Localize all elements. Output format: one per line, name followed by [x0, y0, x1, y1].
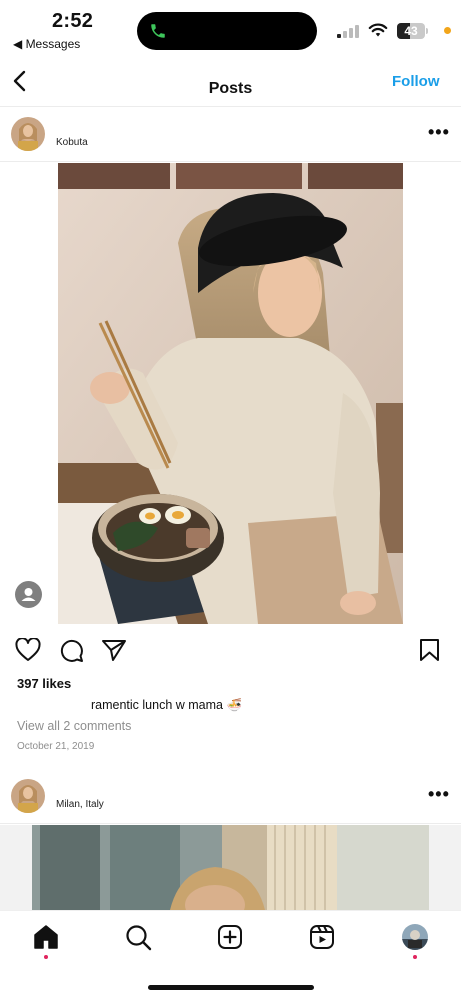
header-divider	[0, 106, 461, 107]
reels-icon[interactable]	[309, 924, 335, 950]
comment-icon[interactable]	[59, 638, 84, 663]
back-to-messages[interactable]: ◀ Messages	[13, 37, 80, 51]
phone-icon	[151, 24, 165, 38]
post-username[interactable]: Kobuta	[56, 137, 88, 148]
post-caption: ramentic lunch w mama 🍜	[91, 698, 243, 712]
post2-divider	[0, 823, 461, 824]
view-comments-link[interactable]: View all 2 comments	[17, 719, 131, 733]
post-author-avatar[interactable]	[11, 117, 45, 151]
post-photo[interactable]	[58, 163, 403, 624]
post2-location[interactable]: Milan, Italy	[56, 799, 104, 810]
post2-more-options-icon[interactable]: •••	[428, 784, 450, 805]
more-options-icon[interactable]: •••	[428, 122, 450, 143]
create-post-icon[interactable]	[217, 924, 243, 950]
home-indicator[interactable]	[148, 985, 314, 990]
tagged-user-icon[interactable]	[15, 581, 42, 608]
post2-author-avatar[interactable]	[11, 779, 45, 813]
search-icon[interactable]	[125, 924, 152, 951]
battery-tip	[426, 28, 428, 34]
status-time: 2:52	[52, 10, 94, 32]
like-heart-icon[interactable]	[15, 638, 41, 662]
post-date: October 21, 2019	[17, 741, 95, 752]
post2-photo[interactable]	[0, 825, 461, 910]
bookmark-icon[interactable]	[419, 638, 440, 662]
home-notification-dot	[44, 955, 48, 959]
wifi-icon	[368, 23, 388, 37]
cellular-signal-icon	[337, 25, 359, 38]
profile-notification-dot	[413, 955, 417, 959]
privacy-indicator-dot	[444, 27, 451, 34]
post-divider	[0, 161, 461, 162]
share-send-icon[interactable]	[101, 638, 127, 662]
home-icon[interactable]	[33, 924, 59, 950]
follow-button[interactable]: Follow	[392, 73, 440, 90]
profile-avatar[interactable]	[402, 924, 428, 950]
dynamic-island[interactable]	[137, 12, 317, 50]
battery-indicator: 43	[397, 23, 425, 39]
battery-level: 43	[404, 24, 418, 38]
like-count[interactable]: 397 likes	[17, 676, 71, 691]
